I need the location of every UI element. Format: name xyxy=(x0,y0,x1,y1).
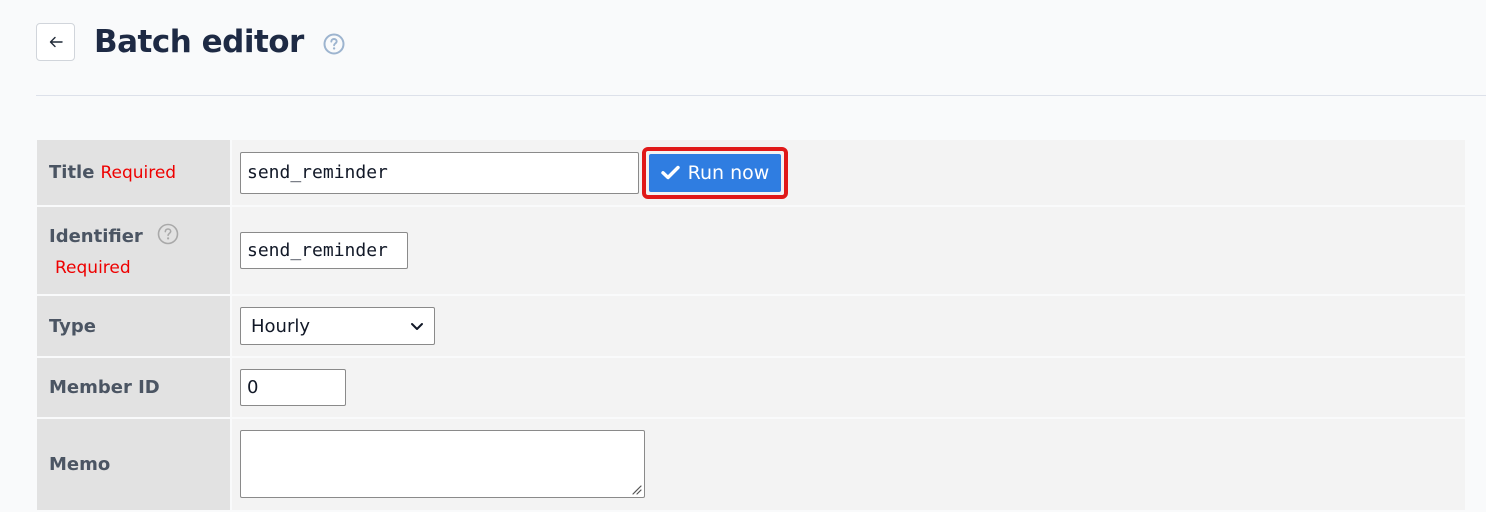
header-divider xyxy=(36,95,1486,96)
page-header: Batch editor xyxy=(36,22,345,62)
identifier-value-cell xyxy=(231,206,1465,296)
memo-row: Memo xyxy=(37,418,1465,512)
batch-form: TitleRequired Run now Identifier xyxy=(37,140,1465,512)
arrow-left-icon xyxy=(49,36,63,48)
memo-label-cell: Memo xyxy=(37,418,232,512)
memo-label: Memo xyxy=(49,454,111,475)
run-now-highlight: Run now xyxy=(642,146,788,199)
identifier-input[interactable] xyxy=(240,232,408,269)
title-label: Title xyxy=(49,162,95,183)
chevron-down-icon xyxy=(411,322,423,330)
title-required-badge: Required xyxy=(100,163,177,183)
type-row: Type Hourly xyxy=(37,295,1465,358)
run-now-button[interactable]: Run now xyxy=(649,153,781,192)
identifier-label-cell: Identifier Required xyxy=(37,206,232,296)
question-circle-icon xyxy=(323,33,345,55)
question-circle-icon xyxy=(157,223,179,245)
title-row: TitleRequired Run now xyxy=(37,140,1465,207)
page-title: Batch editor xyxy=(94,24,304,60)
type-label-cell: Type xyxy=(37,295,232,358)
title-input[interactable] xyxy=(240,151,639,194)
checkmark-icon xyxy=(660,165,680,180)
member-id-input[interactable] xyxy=(240,369,346,406)
type-select[interactable]: Hourly xyxy=(240,307,435,345)
help-button[interactable] xyxy=(323,33,345,55)
resize-grip-icon[interactable] xyxy=(630,483,642,495)
run-now-label: Run now xyxy=(687,161,770,184)
identifier-label: Identifier xyxy=(49,226,143,247)
member-id-label: Member ID xyxy=(49,377,160,398)
identifier-row: Identifier Required xyxy=(37,206,1465,296)
type-label: Type xyxy=(49,315,96,337)
memo-textarea[interactable] xyxy=(240,430,645,498)
identifier-required-badge: Required xyxy=(55,258,131,278)
member-id-value-cell xyxy=(231,357,1465,419)
type-selected-value: Hourly xyxy=(251,315,311,337)
member-id-row: Member ID xyxy=(37,357,1465,419)
member-id-label-cell: Member ID xyxy=(37,357,232,419)
memo-value-cell xyxy=(231,418,1465,512)
title-label-cell: Title Required xyxy=(37,140,232,207)
identifier-help-button[interactable] xyxy=(157,223,179,250)
back-button[interactable] xyxy=(36,23,75,61)
title-value-cell: Run now xyxy=(231,140,1465,207)
type-value-cell: Hourly xyxy=(231,295,1465,358)
